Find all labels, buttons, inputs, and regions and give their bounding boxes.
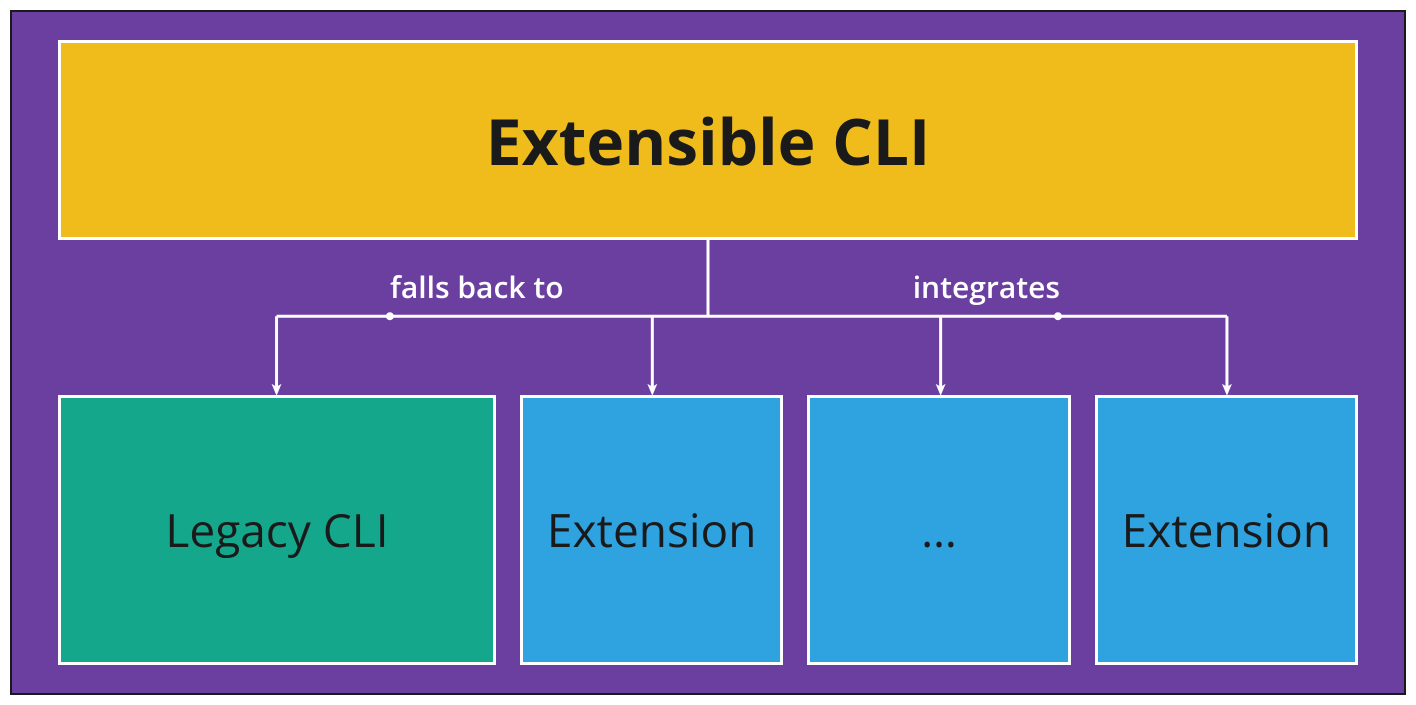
- node-legacy-cli-label: Legacy CLI: [165, 499, 388, 561]
- node-extension-1: Extension: [520, 395, 783, 665]
- node-extension-ellipsis: …: [807, 395, 1070, 665]
- node-extension-3: Extension: [1095, 395, 1358, 665]
- top-node-extensible-cli: Extensible CLI: [58, 40, 1358, 240]
- bottom-row: Legacy CLI Extension … Extension: [58, 395, 1358, 665]
- node-extension-3-label: Extension: [1122, 499, 1332, 561]
- node-extension-ellipsis-label: …: [921, 499, 957, 561]
- edge-label-integrates: integrates: [913, 266, 1060, 307]
- edge-label-falls-back-to: falls back to: [390, 266, 564, 307]
- diagram-container: Extensible CLI falls back to integrates …: [10, 10, 1406, 695]
- node-legacy-cli: Legacy CLI: [58, 395, 496, 665]
- node-extension-1-label: Extension: [547, 499, 757, 561]
- top-node-title: Extensible CLI: [486, 97, 930, 184]
